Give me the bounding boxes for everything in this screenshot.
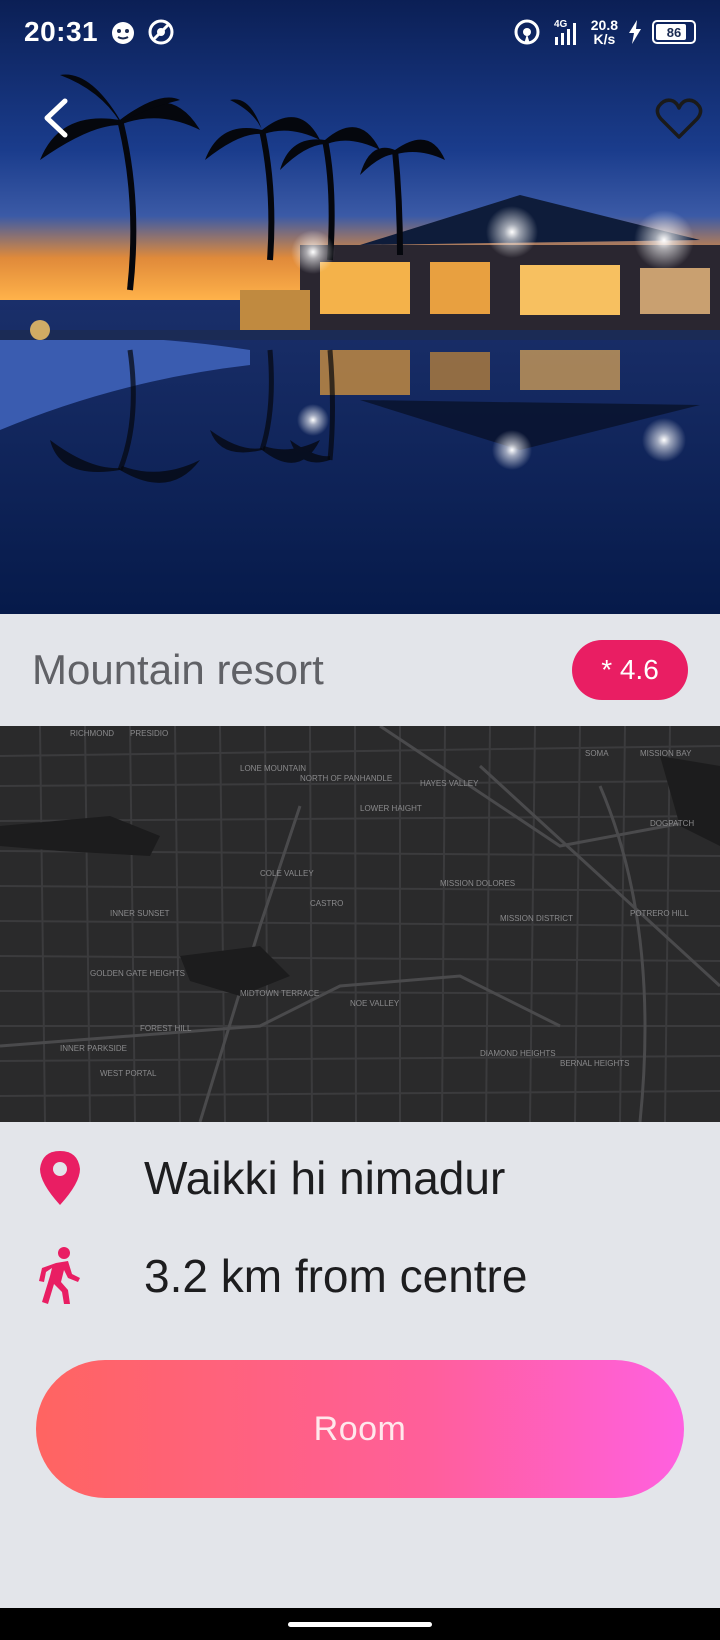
sync-icon — [148, 19, 174, 45]
map-label: INNER SUNSET — [110, 909, 170, 918]
location-pin-icon — [30, 1146, 90, 1210]
map-label: MISSION DISTRICT — [500, 914, 573, 923]
net-speed-unit: K/s — [593, 31, 616, 47]
charging-icon — [629, 20, 641, 44]
map-label: CASTRO — [310, 899, 343, 908]
location-text: Waikki hi nimadur — [144, 1152, 506, 1204]
room-button[interactable]: Room — [36, 1360, 684, 1498]
location-map[interactable]: RICHMOND PRESIDIO LONE MOUNTAIN NORTH OF PA… — [0, 726, 720, 1122]
system-navigation-bar — [0, 1608, 720, 1640]
map-label: COLE VALLEY — [260, 869, 314, 878]
battery-level-text: 86 — [666, 24, 682, 40]
network-type-label: 4G — [554, 19, 568, 30]
walking-icon — [30, 1244, 90, 1308]
map-label: MISSION BAY — [640, 749, 692, 758]
map-label: SOMA — [585, 749, 609, 758]
map-label: FOREST HILL — [140, 1024, 192, 1033]
location-row: Waikki hi nimadur — [0, 1138, 720, 1218]
net-speed-value: 20.8 — [590, 17, 618, 33]
map-label: HAYES VALLEY — [420, 779, 479, 788]
map-label: NORTH OF PANHANDLE — [300, 774, 392, 783]
app-notification-icon — [112, 22, 135, 44]
map-label: INNER PARKSIDE — [60, 1044, 127, 1053]
distance-row: 3.2 km from centre — [0, 1236, 720, 1316]
map-label: DIAMOND HEIGHTS — [480, 1049, 556, 1058]
hotel-hero-image: 20:31 4G 20.8 K/s 86 — [0, 0, 720, 614]
map-label: MISSION DOLORES — [440, 879, 515, 888]
net-speed: 20.8 K/s — [591, 18, 618, 46]
distance-text: 3.2 km from centre — [144, 1250, 528, 1302]
map-label: WEST PORTAL — [100, 1069, 157, 1078]
hotel-photo — [0, 0, 720, 614]
map-label: GOLDEN GATE HEIGHTS — [90, 969, 185, 978]
map-label: BERNAL HEIGHTS — [560, 1059, 630, 1068]
hotel-name: Mountain resort — [32, 646, 324, 693]
map-label: LOWER HAIGHT — [360, 804, 422, 813]
rating-badge: * 4.6 — [572, 640, 688, 700]
hotel-title-row: Mountain resort * 4.6 — [0, 614, 720, 726]
battery-indicator: 86 — [652, 20, 696, 44]
map-label: NOE VALLEY — [350, 999, 400, 1008]
map-label: POTRERO HILL — [630, 909, 689, 918]
signal-icon: 4G — [554, 19, 576, 45]
map-view[interactable]: RICHMOND PRESIDIO LONE MOUNTAINNORTH OF PA… — [0, 726, 720, 1122]
map-label: LONE MOUNTAIN — [240, 764, 306, 773]
map-label: DOGPATCH — [650, 819, 694, 828]
favorite-button[interactable] — [652, 94, 706, 144]
heart-icon — [655, 98, 703, 139]
hotspot-icon — [514, 19, 540, 45]
back-button[interactable] — [34, 92, 78, 144]
map-label: RICHMOND — [70, 729, 114, 738]
home-indicator[interactable] — [288, 1622, 432, 1627]
map-label: PRESIDIO — [130, 729, 168, 738]
map-label: MIDTOWN TERRACE — [240, 989, 319, 998]
status-time: 20:31 — [24, 16, 99, 47]
chevron-left-icon — [44, 98, 68, 138]
status-bar: 20:31 4G 20.8 K/s 86 — [0, 0, 720, 64]
